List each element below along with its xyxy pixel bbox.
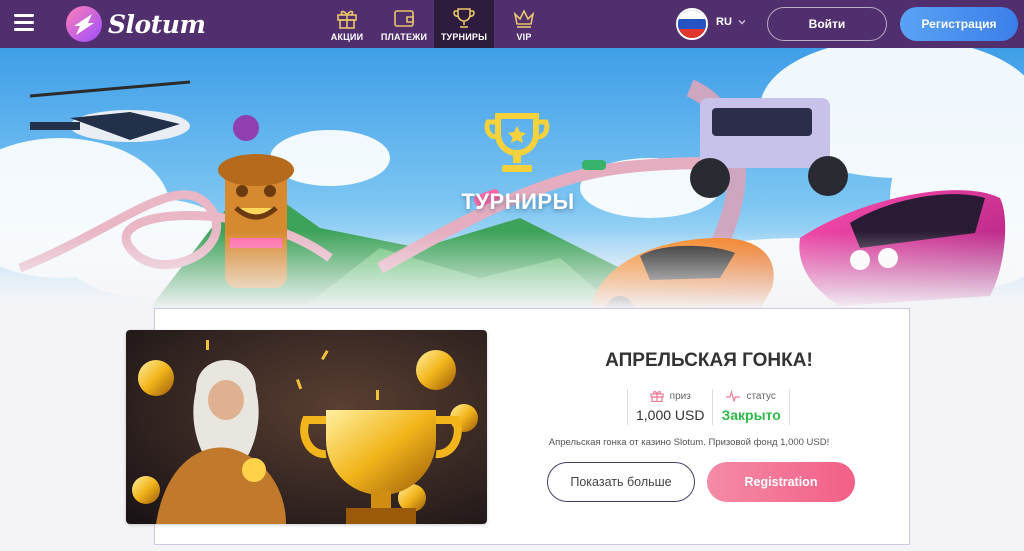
gift-icon bbox=[650, 391, 664, 402]
language-code: RU bbox=[716, 16, 732, 28]
chevron-down-icon bbox=[738, 20, 746, 25]
prize-value: 1,000 USD bbox=[636, 407, 705, 423]
wallet-icon bbox=[394, 10, 414, 27]
tournament-stats: приз 1,000 USD статус Закрыто bbox=[627, 389, 790, 425]
nav-label: VIP bbox=[516, 32, 532, 42]
prize-label: приз bbox=[669, 390, 691, 402]
gift-icon bbox=[337, 10, 357, 29]
trophy-icon bbox=[453, 8, 475, 28]
tournament-register-button[interactable]: Registration bbox=[707, 462, 855, 502]
register-button[interactable]: Регистрация bbox=[900, 7, 1018, 41]
login-button[interactable]: Войти bbox=[767, 7, 887, 41]
trophy-icon bbox=[484, 113, 550, 172]
tournament-title: АПРЕЛЬСКАЯ ГОНКА! bbox=[605, 350, 813, 371]
nav-label: ПЛАТЕЖИ bbox=[380, 32, 428, 42]
slotum-logo-icon bbox=[66, 6, 102, 42]
tournament-image[interactable] bbox=[126, 330, 487, 524]
top-header: Slotum АКЦИИ ПЛАТЕЖИ ТУРНИРЫ VIP RU Войт… bbox=[0, 0, 1024, 48]
page-title: ТУРНИРЫ bbox=[461, 189, 575, 214]
nav-promotions[interactable]: АКЦИИ bbox=[320, 0, 374, 48]
hero-illustration bbox=[0, 48, 1024, 310]
status-value: Закрыто bbox=[721, 407, 781, 423]
language-selector[interactable]: RU bbox=[716, 16, 746, 28]
tournament-description: Апрельская гонка от казино Slotum. Призо… bbox=[548, 437, 830, 448]
crown-icon bbox=[513, 9, 535, 28]
russia-flag-icon[interactable] bbox=[676, 8, 708, 40]
menu-icon[interactable] bbox=[14, 14, 34, 32]
status-stat: статус Закрыто bbox=[712, 389, 790, 425]
status-label: статус bbox=[746, 390, 776, 402]
zeus-trophy-illustration bbox=[126, 330, 487, 524]
show-more-button[interactable]: Показать больше bbox=[547, 462, 695, 502]
logo[interactable]: Slotum bbox=[64, 4, 206, 44]
pulse-icon bbox=[726, 390, 741, 402]
nav-label: ТУРНИРЫ bbox=[440, 32, 488, 42]
nav-payments[interactable]: ПЛАТЕЖИ bbox=[374, 0, 434, 48]
nav-tournaments[interactable]: ТУРНИРЫ bbox=[434, 0, 494, 48]
nav-vip[interactable]: VIP bbox=[494, 0, 554, 48]
main-nav: АКЦИИ ПЛАТЕЖИ ТУРНИРЫ VIP bbox=[320, 0, 554, 48]
logo-text: Slotum bbox=[108, 9, 206, 39]
hero-banner: ТУРНИРЫ bbox=[0, 48, 1024, 310]
prize-stat: приз 1,000 USD bbox=[627, 389, 712, 425]
nav-label: АКЦИИ bbox=[330, 32, 364, 42]
